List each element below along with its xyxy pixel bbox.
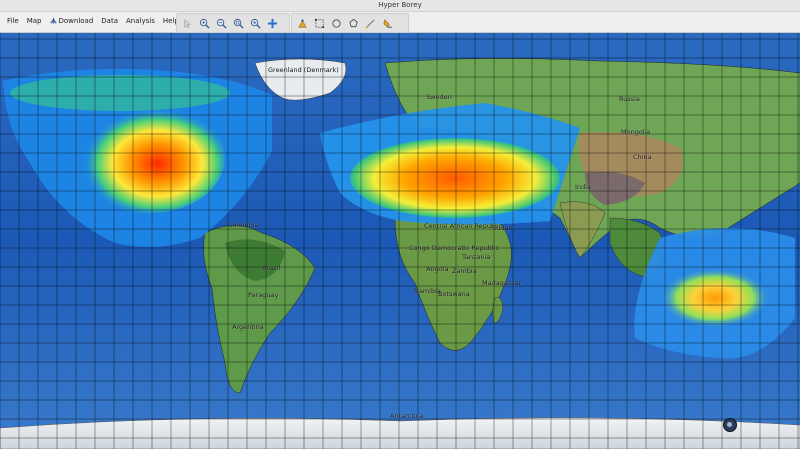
- label-greenland: Greenland (Denmark): [268, 66, 339, 74]
- overlay-sahara-hotspot: [350, 138, 560, 218]
- label-india: India: [575, 183, 591, 191]
- label-car: Central African Republic: [424, 222, 503, 230]
- zoom-region-in-icon: [233, 18, 244, 29]
- menu-download[interactable]: Download: [47, 15, 97, 27]
- zoom-region-out-icon: [250, 18, 261, 29]
- circle-tool-button[interactable]: [329, 16, 344, 31]
- line-tool-button[interactable]: [363, 16, 378, 31]
- label-sudan: Sudan: [492, 224, 513, 232]
- label-russia: Russia: [619, 95, 640, 103]
- zoom-out-icon: [216, 18, 227, 29]
- download-icon: [50, 17, 56, 24]
- label-namibia: Namibia: [414, 287, 441, 295]
- zoom-in-button[interactable]: [197, 16, 212, 31]
- overlay-north-america-hotspot: [75, 103, 225, 213]
- pan-icon: [267, 18, 278, 28]
- menu-file[interactable]: File: [4, 15, 22, 27]
- label-angola: Angola: [426, 265, 449, 273]
- rectangle-icon: [314, 18, 325, 28]
- label-zambia: Zambia: [452, 267, 477, 275]
- antarctica-landmass: [0, 417, 800, 449]
- polygon-tool-button[interactable]: [346, 16, 361, 31]
- menu-map[interactable]: Map: [24, 15, 45, 27]
- label-sweden: Sweden: [426, 93, 452, 101]
- zoom-in-icon: [199, 18, 210, 29]
- overlay-north-america-north-band: [10, 75, 230, 111]
- label-argentina: Argentina: [232, 323, 264, 331]
- label-colombia: Colombia: [228, 221, 259, 229]
- label-tanzania: Tanzania: [462, 253, 491, 261]
- zoom-region-out-button[interactable]: [248, 16, 263, 31]
- measure-icon: [383, 18, 393, 28]
- toolbar: File Map Download Data Analysis Help: [0, 12, 800, 33]
- window-title: Hyper Borey: [378, 1, 422, 9]
- overlay-australia-hotspot: [660, 268, 770, 328]
- title-bar: Hyper Borey: [0, 0, 800, 12]
- map-canvas[interactable]: Greenland (Denmark) Sweden Russia Mongol…: [0, 33, 800, 449]
- menu-download-label: Download: [58, 17, 94, 25]
- pan-button[interactable]: [265, 16, 280, 31]
- label-mongolia: Mongolia: [621, 128, 651, 136]
- circle-icon: [332, 18, 341, 28]
- measure-tool-button[interactable]: [380, 16, 395, 31]
- point-icon: [298, 19, 307, 27]
- label-china: China: [633, 153, 652, 161]
- line-icon: [365, 19, 375, 28]
- world-map: [0, 33, 800, 449]
- label-madagascar: Madagascar: [482, 279, 522, 287]
- zoom-region-in-button[interactable]: [231, 16, 246, 31]
- polygon-icon: [349, 18, 358, 27]
- menu-analysis[interactable]: Analysis: [123, 15, 158, 27]
- select-tool-button[interactable]: [180, 16, 195, 31]
- navigation-tool-group: [176, 13, 290, 33]
- menu-data[interactable]: Data: [98, 15, 121, 27]
- label-paraguay: Paraguay: [248, 291, 279, 299]
- label-antarctica: Antarctica: [390, 412, 424, 420]
- provider-logo-icon: [723, 418, 737, 432]
- label-botswana: Botswana: [438, 290, 470, 298]
- zoom-out-button[interactable]: [214, 16, 229, 31]
- rectangle-tool-button[interactable]: [312, 16, 327, 31]
- point-tool-button[interactable]: [295, 16, 310, 31]
- select-icon: [184, 18, 192, 28]
- label-drc: Congo Democratic Republic: [409, 244, 500, 252]
- label-brazil: Brazil: [262, 264, 281, 272]
- menu-bar: File Map Download Data Analysis Help: [4, 15, 184, 27]
- drawing-tool-group: [291, 13, 409, 33]
